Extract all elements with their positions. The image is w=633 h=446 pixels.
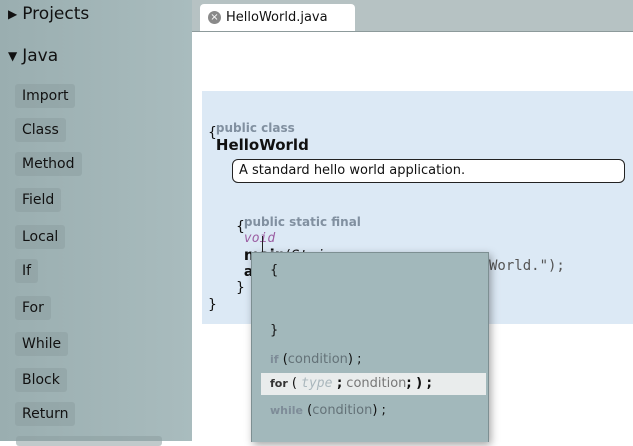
sidebar: ▶ Projects ▼ Java Import Class Method Fi… xyxy=(0,0,192,446)
close-icon[interactable]: × xyxy=(208,11,221,24)
sidebar-item-while[interactable]: While xyxy=(15,332,69,356)
tab-bar: × HelloWorld.java xyxy=(192,0,633,32)
popup-item-for[interactable]: for ( type ; condition; ) ; xyxy=(261,373,486,395)
sidebar-item-class[interactable]: Class xyxy=(15,118,66,142)
class-declaration[interactable]: public class HelloWorld xyxy=(207,104,309,154)
tab-helloworld[interactable]: × HelloWorld.java xyxy=(200,4,355,31)
statement-text-partial: World."); xyxy=(489,258,565,274)
if-condition: condition xyxy=(287,352,348,367)
sidebar-item-if[interactable]: If xyxy=(15,259,39,283)
for-type-placeholder: type xyxy=(301,376,333,391)
popup-item-while[interactable]: while (condition) ; xyxy=(270,403,386,418)
sidebar-item-local[interactable]: Local xyxy=(15,225,66,249)
while-condition: condition xyxy=(312,403,373,418)
section-label: Projects xyxy=(22,4,90,24)
sidebar-item-import[interactable]: Import xyxy=(15,84,76,108)
while-open: ( xyxy=(303,403,313,418)
while-close: ) ; xyxy=(372,403,386,418)
expand-arrow-icon: ▶ xyxy=(8,7,18,21)
open-brace: { xyxy=(270,263,279,278)
section-projects[interactable]: ▶ Projects xyxy=(8,4,89,24)
autocomplete-popup: { } if (condition) ; for ( type ; condit… xyxy=(251,252,489,442)
return-type: void xyxy=(243,231,276,246)
popup-item-block-close[interactable]: } xyxy=(270,323,278,338)
if-keyword: if xyxy=(270,353,279,366)
class-open-brace: { xyxy=(208,125,217,141)
method-modifiers: public static final xyxy=(243,215,361,229)
for-semi: ; xyxy=(332,376,343,391)
for-condition: condition xyxy=(342,376,407,391)
close-brace: } xyxy=(270,323,279,338)
for-open: ( xyxy=(287,376,302,391)
section-java[interactable]: ▼ Java xyxy=(8,46,58,66)
sidebar-item-field[interactable]: Field xyxy=(15,188,62,212)
sidebar-item-for[interactable]: For xyxy=(15,296,51,320)
section-label: Java xyxy=(22,46,59,66)
class-name[interactable]: HelloWorld xyxy=(216,136,309,154)
sidebar-item-block[interactable]: Block xyxy=(15,368,67,392)
method-open-brace: { xyxy=(236,219,245,235)
sidebar-item-partial[interactable] xyxy=(16,436,162,446)
javadoc-comment[interactable]: A standard hello world application. xyxy=(232,159,625,183)
sidebar-item-method[interactable]: Method xyxy=(15,152,82,176)
while-keyword: while xyxy=(270,404,303,417)
class-close-brace: } xyxy=(208,297,217,313)
for-keyword: for xyxy=(270,377,288,390)
if-close: ) ; xyxy=(347,352,362,367)
popup-item-block[interactable]: { xyxy=(270,263,278,278)
if-open: ( xyxy=(278,352,288,367)
collapse-arrow-icon: ▼ xyxy=(8,49,18,63)
class-keyword: public class xyxy=(215,121,295,135)
method-close-brace: } xyxy=(236,280,245,296)
for-close: ; ) ; xyxy=(406,376,432,391)
tab-label: HelloWorld.java xyxy=(226,10,328,25)
popup-item-if[interactable]: if (condition) ; xyxy=(270,352,361,367)
sidebar-item-return[interactable]: Return xyxy=(15,402,76,426)
